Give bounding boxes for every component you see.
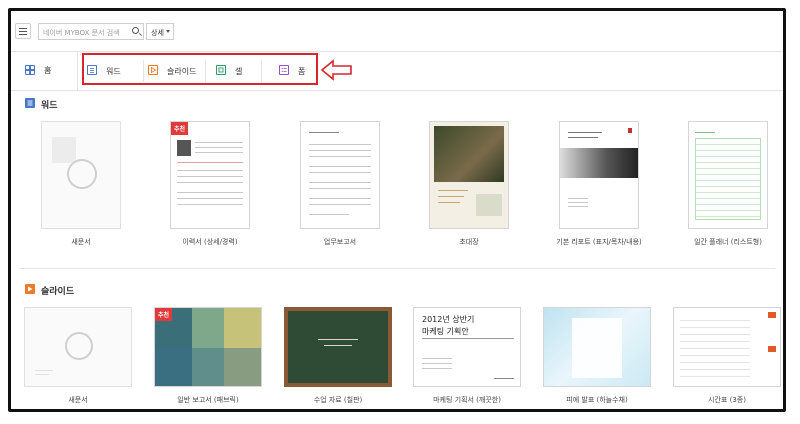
word-section-title: 워드 (41, 101, 58, 111)
chevron-down-icon (166, 30, 170, 33)
plus-icon (67, 159, 97, 189)
slide-icon (148, 65, 158, 75)
thumb-title-line2: 마케팅 기획안 (422, 327, 469, 336)
search-input[interactable]: 네이버 MYBOX 문서 검색 (38, 23, 144, 40)
template-thumbnail (24, 307, 132, 387)
detail-label: 상세 (151, 29, 164, 37)
template-thumbnail (673, 307, 781, 387)
template-caption: 일반 보고서 (패브릭) (177, 396, 239, 404)
template-thumbnail: 2012년 상반기 마케팅 기획안 (413, 307, 521, 387)
recommended-badge: 추천 (155, 308, 173, 321)
template-thumbnail (41, 121, 121, 229)
tab-cell-label: 셀 (235, 67, 243, 76)
menu-icon[interactable] (15, 23, 31, 39)
section-divider (19, 268, 775, 269)
tab-form-label: 폼 (298, 67, 306, 76)
pointer-arrow-icon (321, 59, 352, 81)
cover-photo (560, 148, 638, 178)
search-icon[interactable] (132, 27, 139, 34)
date-marker (768, 312, 776, 318)
photo-placeholder (177, 140, 191, 156)
plus-icon (65, 332, 93, 360)
watercolor-card (572, 318, 622, 378)
thumb-title-line1: 2012년 상반기 (422, 315, 475, 324)
template-caption: 새문서 (68, 396, 88, 404)
template-thumbnail (688, 121, 768, 229)
word-section-icon (25, 98, 35, 108)
fabric-pattern (155, 348, 261, 386)
bookmark-icon (628, 128, 632, 133)
app-frame: 네이버 MYBOX 문서 검색 상세 홈 워드 슬라이드 셀 폼 워드 새문서 … (8, 8, 786, 412)
baby-photo (434, 126, 504, 182)
template-thumbnail (300, 121, 380, 229)
tab-home-label: 홈 (44, 66, 52, 75)
template-thumbnail (429, 121, 509, 229)
template-thumbnail (543, 307, 651, 387)
recommended-badge: 추천 (171, 122, 189, 135)
tab-divider (143, 60, 144, 82)
template-caption: 피에 발표 (하늘수채) (566, 396, 628, 404)
tab-word-label: 워드 (106, 67, 121, 76)
template-caption: 기본 리포트 (표지/목차/내용) (556, 238, 642, 246)
tab-slide[interactable]: 슬라이드 (148, 65, 208, 79)
slide-section-icon (25, 284, 35, 294)
placeholder-image-icon (52, 137, 76, 163)
template-caption: 초대장 (459, 238, 479, 246)
template-caption: 업무보고서 (323, 238, 357, 246)
detail-dropdown[interactable]: 상세 (146, 23, 174, 40)
planner-grid (695, 138, 761, 220)
tab-word[interactable]: 워드 (87, 65, 147, 79)
category-tabs: 홈 워드 슬라이드 셀 폼 (11, 52, 783, 91)
word-icon (87, 65, 97, 75)
timetable-grid (680, 314, 750, 382)
template-thumbnail (559, 121, 639, 229)
template-caption: 마케팅 기획서 (깨끗한) (433, 396, 501, 404)
form-icon (279, 65, 289, 75)
template-thumbnail: 추천 (170, 121, 250, 229)
tab-form[interactable]: 폼 (279, 65, 315, 79)
template-caption: 시간표 (3종) (708, 396, 746, 404)
date-marker (768, 346, 776, 352)
slide-section-title: 슬라이드 (41, 287, 75, 297)
template-caption: 이력서 (상세/경력) (182, 238, 238, 246)
template-caption: 수업 자료 (칠판) (313, 396, 363, 404)
tab-home[interactable]: 홈 (11, 52, 78, 90)
top-bar: 네이버 MYBOX 문서 검색 상세 (11, 11, 783, 52)
tab-divider (205, 60, 206, 82)
template-thumbnail (284, 307, 392, 387)
tab-divider (261, 60, 262, 82)
template-caption: 일간 플래너 (리스트형) (694, 238, 762, 246)
template-thumbnail: 추천 (154, 307, 262, 387)
search-placeholder: 네이버 MYBOX 문서 검색 (43, 29, 120, 37)
tab-cell[interactable]: 셀 (216, 65, 256, 79)
tab-slide-label: 슬라이드 (167, 67, 197, 76)
home-grid-icon (25, 65, 35, 75)
map-thumbnail (476, 194, 502, 216)
template-caption: 새문서 (71, 238, 91, 246)
cell-icon (216, 65, 226, 75)
